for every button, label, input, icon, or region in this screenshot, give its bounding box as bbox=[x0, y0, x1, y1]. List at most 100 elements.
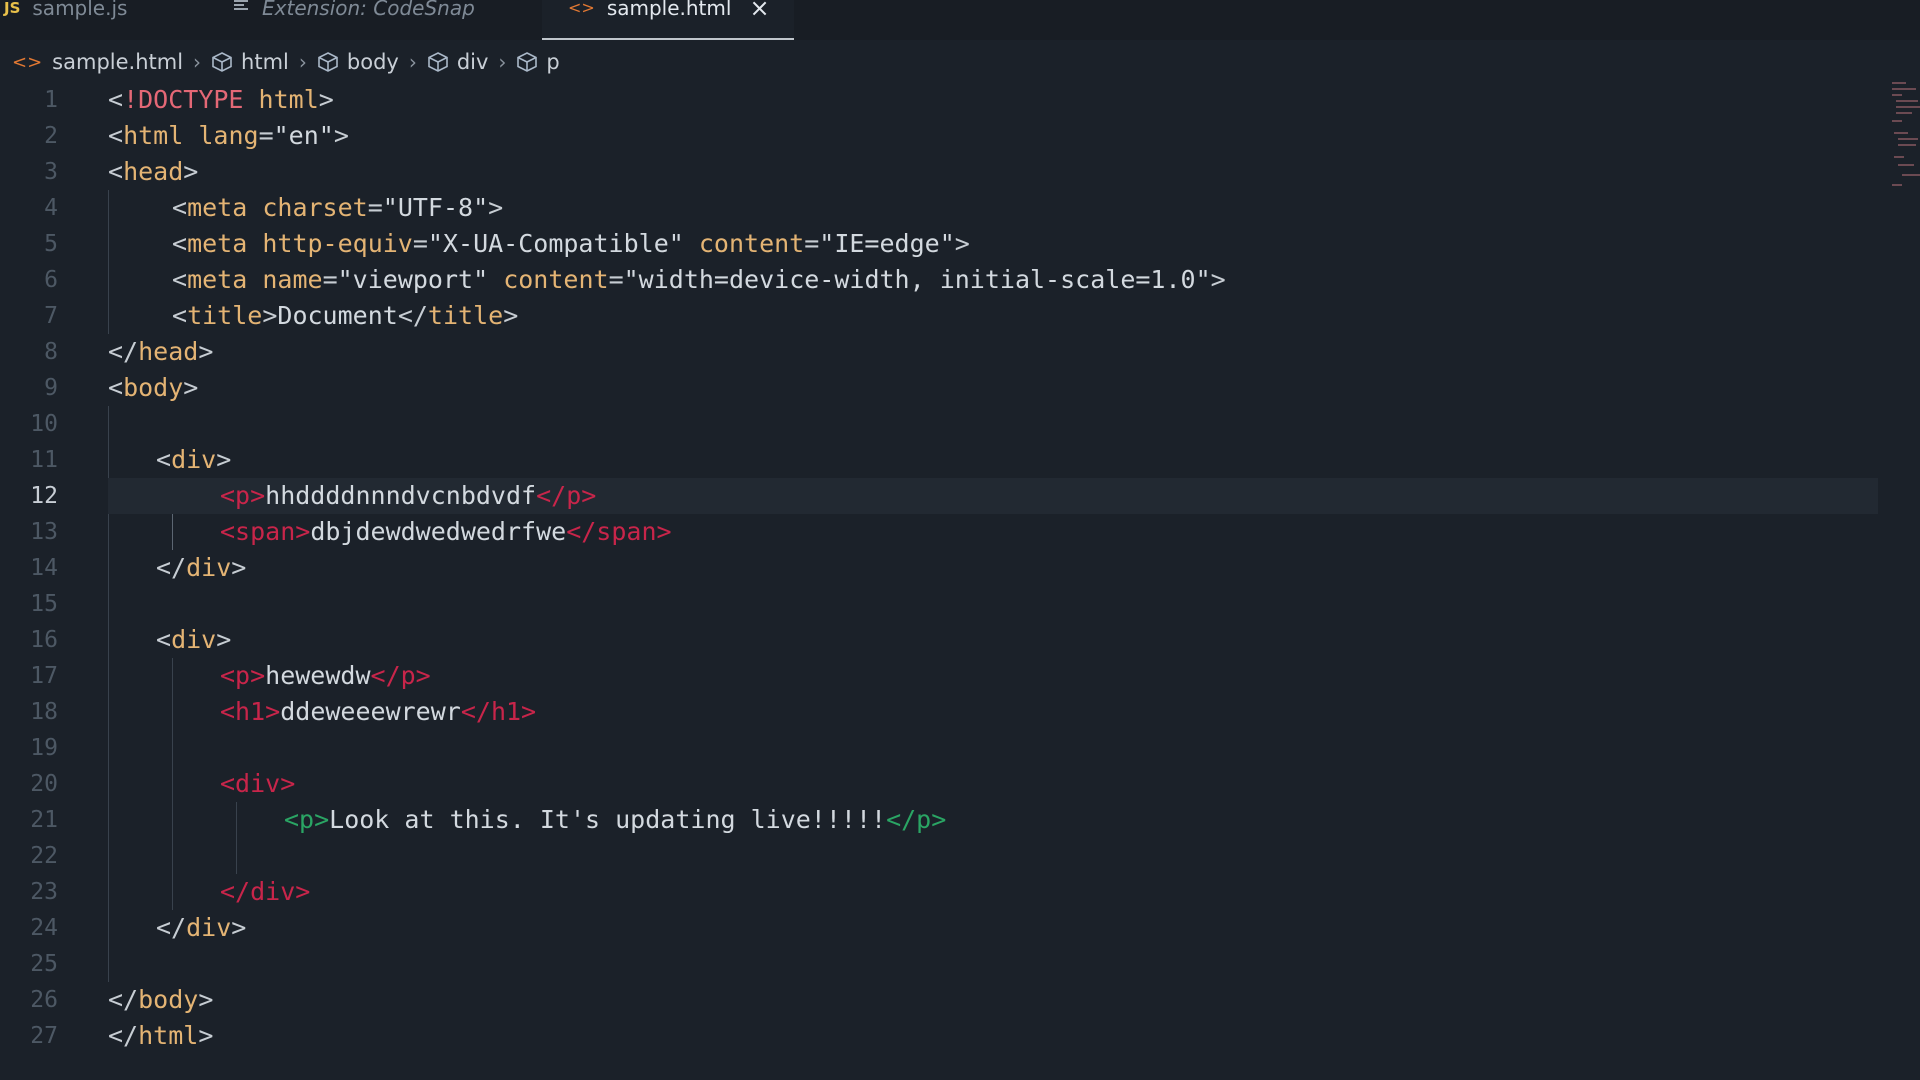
code-line[interactable]: 5 <meta http-equiv="X-UA-Compatible" cont… bbox=[0, 226, 1920, 262]
code-text: <span>dbjdewdwedwedrfwe</span> bbox=[220, 517, 672, 546]
code-line[interactable]: 9 <body> bbox=[0, 370, 1920, 406]
code-line[interactable]: 12 <p>hhddddnnndvcnbdvdf</p> bbox=[0, 478, 1920, 514]
breadcrumb-item-file[interactable]: <> sample.html bbox=[12, 50, 183, 74]
tab-sample-js[interactable]: JS sample.js bbox=[4, 0, 232, 40]
breadcrumb-label: body bbox=[346, 50, 399, 74]
code-text: </body> bbox=[108, 985, 214, 1014]
breadcrumb-label: div bbox=[456, 50, 489, 74]
code-line[interactable]: 8 </head> bbox=[0, 334, 1920, 370]
code-editor-window: JS sample.js Extension: CodeSnap <> samp… bbox=[0, 0, 1920, 1080]
line-number: 24 bbox=[30, 915, 58, 941]
code-line[interactable]: 18 <h1>ddeweeewrewr</h1> bbox=[0, 694, 1920, 730]
chevron-right-icon: › bbox=[498, 50, 507, 74]
code-text: <div> bbox=[156, 625, 232, 654]
line-number: 15 bbox=[30, 591, 58, 617]
line-number: 10 bbox=[30, 411, 58, 437]
breadcrumb-label: p bbox=[546, 50, 560, 74]
line-number: 23 bbox=[30, 879, 58, 905]
chevron-right-icon: › bbox=[408, 50, 417, 74]
line-number: 13 bbox=[30, 519, 58, 545]
code-text: <meta name="viewport" content="width=dev… bbox=[172, 265, 1226, 294]
line-number: 16 bbox=[30, 627, 58, 653]
line-number: 4 bbox=[44, 195, 58, 221]
code-line[interactable]: 20 <div> bbox=[0, 766, 1920, 802]
code-line[interactable]: 3 <head> bbox=[0, 154, 1920, 190]
js-icon: JS bbox=[4, 0, 21, 17]
code-text: </head> bbox=[108, 337, 214, 366]
cube-icon bbox=[427, 51, 449, 73]
breadcrumb-item-div[interactable]: div bbox=[427, 50, 489, 74]
line-number: 3 bbox=[44, 159, 58, 185]
breadcrumb-label: html bbox=[241, 50, 289, 74]
line-number: 11 bbox=[30, 447, 58, 473]
code-line[interactable]: 19 bbox=[0, 730, 1920, 766]
code-text: </div> bbox=[220, 877, 311, 906]
code-line[interactable]: 6 <meta name="viewport" content="width=de… bbox=[0, 262, 1920, 298]
code-line[interactable]: 17 <p>hewewdw</p> bbox=[0, 658, 1920, 694]
code-line[interactable]: 1 <!DOCTYPE html> bbox=[0, 82, 1920, 118]
tab-label: sample.html bbox=[606, 0, 732, 20]
code-text: <title>Document</title> bbox=[172, 301, 519, 330]
line-number: 27 bbox=[30, 1023, 58, 1049]
breadcrumb: <> sample.html › html › body › div › p bbox=[12, 46, 560, 78]
code-line[interactable]: 15 bbox=[0, 586, 1920, 622]
code-text: <html lang="en"> bbox=[108, 121, 349, 150]
close-icon[interactable]: × bbox=[749, 0, 769, 20]
cube-icon bbox=[317, 51, 339, 73]
code-line[interactable]: 25 bbox=[0, 946, 1920, 982]
breadcrumb-item-p[interactable]: p bbox=[516, 50, 560, 74]
breadcrumb-label: sample.html bbox=[52, 50, 184, 74]
code-line[interactable]: 4 <meta charset="UTF-8"> bbox=[0, 190, 1920, 226]
code-text: <p>hhddddnnndvcnbdvdf</p> bbox=[220, 481, 597, 510]
tab-extension-codesnap[interactable]: Extension: CodeSnap bbox=[234, 0, 540, 40]
code-text: <p>Look at this. It's updating live!!!!!… bbox=[284, 805, 947, 834]
breadcrumb-item-html[interactable]: html bbox=[211, 50, 289, 74]
code-text: <body> bbox=[108, 373, 199, 402]
line-number: 5 bbox=[44, 231, 58, 257]
code-text: <head> bbox=[108, 157, 199, 186]
code-text: <div> bbox=[156, 445, 232, 474]
code-line[interactable]: 27 </html> bbox=[0, 1018, 1920, 1054]
code-text: </html> bbox=[108, 1021, 214, 1050]
code-line[interactable]: 21 <p>Look at this. It's updating live!!!… bbox=[0, 802, 1920, 838]
code-line[interactable]: 24 </div> bbox=[0, 910, 1920, 946]
html-file-icon: <> bbox=[12, 51, 43, 73]
line-number: 25 bbox=[30, 951, 58, 977]
line-number: 18 bbox=[30, 699, 58, 725]
line-number: 2 bbox=[44, 123, 58, 149]
code-line[interactable]: 13 <span>dbjdewdwedwedrfwe</span> bbox=[0, 514, 1920, 550]
code-text: <h1>ddeweeewrewr</h1> bbox=[220, 697, 537, 726]
tab-label: Extension: CodeSnap bbox=[262, 0, 475, 20]
code-text: </div> bbox=[156, 913, 247, 942]
line-number: 9 bbox=[44, 375, 58, 401]
line-number: 8 bbox=[44, 339, 58, 365]
code-line[interactable]: 22 bbox=[0, 838, 1920, 874]
code-line[interactable]: 16 <div> bbox=[0, 622, 1920, 658]
code-line[interactable]: 26 </body> bbox=[0, 982, 1920, 1018]
tab-sample-html[interactable]: <> sample.html × bbox=[542, 0, 794, 40]
code-text: <!DOCTYPE html> bbox=[108, 85, 334, 114]
line-number: 26 bbox=[30, 987, 58, 1013]
tab-bar: JS sample.js Extension: CodeSnap <> samp… bbox=[0, 0, 1920, 40]
code-text: <p>hewewdw</p> bbox=[220, 661, 431, 690]
line-number: 1 bbox=[44, 87, 58, 113]
line-number: 19 bbox=[30, 735, 58, 761]
code-line[interactable]: 14 </div> bbox=[0, 550, 1920, 586]
code-line[interactable]: 7 <title>Document</title> bbox=[0, 298, 1920, 334]
line-number: 7 bbox=[44, 303, 58, 329]
breadcrumb-item-body[interactable]: body bbox=[317, 50, 399, 74]
code-text: </div> bbox=[156, 553, 247, 582]
cube-icon bbox=[516, 51, 538, 73]
tab-label: sample.js bbox=[32, 0, 128, 20]
code-line[interactable]: 2 <html lang="en"> bbox=[0, 118, 1920, 154]
line-number: 14 bbox=[30, 555, 58, 581]
vertical-scrollbar[interactable] bbox=[1906, 40, 1920, 1080]
chevron-right-icon: › bbox=[193, 50, 202, 74]
html-icon: <> bbox=[568, 0, 595, 17]
line-number: 22 bbox=[30, 843, 58, 869]
code-text: <meta charset="UTF-8"> bbox=[172, 193, 504, 222]
code-line[interactable]: 11 <div> bbox=[0, 442, 1920, 478]
code-line[interactable]: 10 bbox=[0, 406, 1920, 442]
code-line[interactable]: 23 </div> bbox=[0, 874, 1920, 910]
code-editor[interactable]: 1 <!DOCTYPE html> 2 <html lang="en"> 3 <head>… bbox=[0, 82, 1920, 1080]
